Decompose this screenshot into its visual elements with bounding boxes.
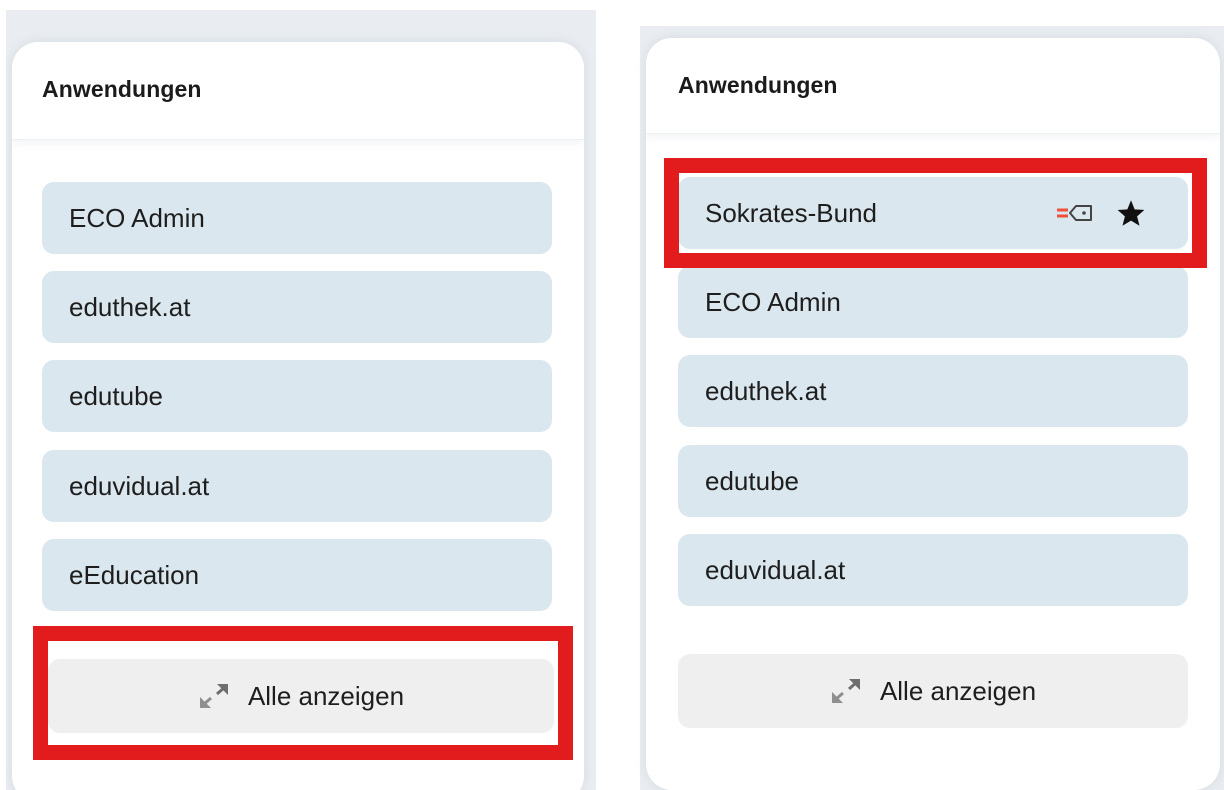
left-app-edutube[interactable]: edutube — [42, 360, 552, 432]
left-app-eduvidual[interactable]: eduvidual.at — [42, 450, 552, 522]
sokrates-icons — [1056, 177, 1146, 249]
right-app-eco-admin[interactable]: ECO Admin — [678, 266, 1188, 338]
right-applications-card: Anwendungen Sokrates-Bund ECO Admin edut… — [646, 38, 1220, 790]
left-app-eco-admin[interactable]: ECO Admin — [42, 182, 552, 254]
left-app-eduthek[interactable]: eduthek.at — [42, 271, 552, 343]
app-label: edutube — [705, 465, 799, 496]
left-show-all-button[interactable]: Alle anzeigen — [48, 659, 554, 733]
login-tag-icon[interactable] — [1056, 202, 1094, 224]
right-app-edutube[interactable]: edutube — [678, 445, 1188, 517]
left-applications-card: Anwendungen ECO Admin eduthek.at edutube… — [12, 42, 584, 790]
left-card-header: Anwendungen — [12, 42, 584, 140]
app-label: ECO Admin — [69, 202, 205, 233]
show-all-label: Alle anzeigen — [879, 675, 1037, 706]
right-show-all-button[interactable]: Alle anzeigen — [678, 654, 1188, 728]
app-label: eduvidual.at — [69, 470, 210, 501]
left-card-title: Anwendungen — [42, 76, 202, 102]
expand-arrows-icon — [199, 684, 228, 708]
star-icon[interactable] — [1116, 199, 1146, 227]
right-app-sokrates-bund[interactable]: Sokrates-Bund — [678, 177, 1188, 249]
app-label: edutube — [69, 380, 163, 411]
app-label: eduthek.at — [69, 291, 191, 322]
app-label: Sokrates-Bund — [705, 197, 877, 228]
app-label: eduvidual.at — [705, 554, 846, 585]
app-label: eEducation — [69, 559, 200, 590]
right-app-eduvidual[interactable]: eduvidual.at — [678, 534, 1188, 606]
right-app-eduthek[interactable]: eduthek.at — [678, 355, 1188, 427]
expand-arrows-icon — [831, 679, 860, 703]
app-label: ECO Admin — [705, 286, 841, 317]
right-card-title: Anwendungen — [678, 72, 838, 98]
show-all-label: Alle anzeigen — [247, 680, 405, 711]
app-label: eduthek.at — [705, 375, 827, 406]
left-app-eeducation[interactable]: eEducation — [42, 539, 552, 611]
right-card-header: Anwendungen — [646, 38, 1220, 134]
